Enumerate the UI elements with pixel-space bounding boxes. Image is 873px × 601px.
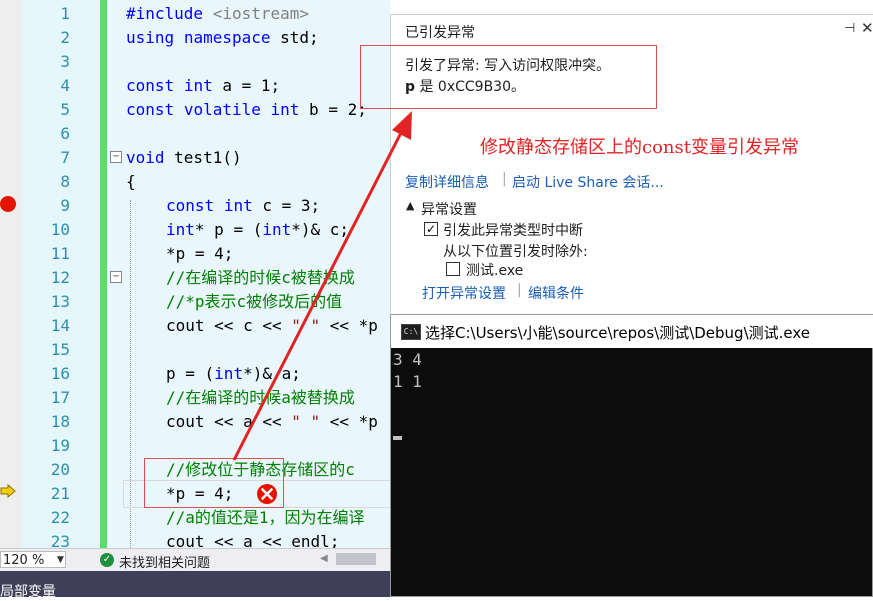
line-number: 21 — [50, 484, 70, 503]
line-number: 13 — [50, 292, 70, 311]
include-target: <iostream> — [212, 4, 310, 23]
keyword: const — [126, 100, 175, 119]
line-number: 3 — [60, 52, 70, 71]
preprocessor-token: #include — [126, 4, 213, 23]
pin-icon[interactable]: ⊣ — [844, 21, 855, 36]
link-separator: | — [502, 171, 507, 187]
line-number: 15 — [50, 340, 70, 359]
status-bar: 120 % ▼ ✓ 未找到相关问题 ◀ — [0, 548, 390, 571]
exe-option-label: 测试.exe — [466, 263, 524, 279]
editor-margin[interactable] — [0, 0, 22, 548]
keyword: int — [183, 76, 213, 95]
line-number: 20 — [50, 460, 70, 479]
current-statement-arrow-icon — [0, 484, 16, 498]
live-share-link[interactable]: 启动 Live Share 会话... — [512, 172, 664, 192]
exception-detail: p 是 0xCC9B30。 — [405, 76, 525, 96]
code-text: std; — [270, 28, 319, 47]
console-output[interactable]: 3 4 1 1 — [391, 348, 872, 596]
line-number: 16 — [50, 364, 70, 383]
annotation-text: 修改静态存储区上的const变量引发异常 — [480, 137, 799, 158]
code-line-1[interactable]: #include <iostream> — [126, 2, 309, 26]
line-number: 22 — [50, 508, 70, 527]
code-line-2[interactable]: using namespace std; — [126, 26, 319, 50]
link-separator: | — [517, 282, 522, 298]
collapse-toggle-icon[interactable]: − — [110, 151, 122, 163]
chevron-down-icon: ▼ — [57, 555, 64, 565]
keyword: const — [126, 76, 175, 95]
horizontal-scrollbar[interactable] — [336, 553, 376, 565]
line-number: 17 — [50, 388, 70, 407]
break-option-label: 引发此异常类型时中断 — [443, 223, 583, 239]
line-number: 11 — [50, 244, 70, 263]
scroll-arrow-icon[interactable]: ◀ — [320, 553, 328, 564]
line-number: 12 — [50, 268, 70, 287]
line-number: 1 — [60, 4, 70, 23]
error-icon — [257, 484, 277, 504]
open-exception-settings-link[interactable]: 打开异常设置 — [422, 283, 506, 303]
issues-status[interactable]: 未找到相关问题 — [119, 552, 210, 571]
line-number: 10 — [50, 220, 70, 239]
line-number: 2 — [60, 28, 70, 47]
keyword: const — [166, 196, 215, 215]
line-number: 19 — [50, 436, 70, 455]
code-line-11[interactable]: *p = 4; — [126, 242, 233, 266]
change-tracking-bar — [100, 0, 107, 548]
line-number: 8 — [60, 172, 70, 191]
exception-popup-title: 已引发异常 — [405, 25, 475, 41]
keyword: namespace — [183, 28, 271, 47]
line-number: 6 — [60, 124, 70, 143]
code-line-22[interactable]: //a的值还是1，因为在编译 — [126, 506, 365, 530]
variable-name: p — [405, 79, 416, 95]
variable-value: 是 0xCC9B30。 — [415, 79, 526, 95]
console-title: 选择C:\Users\小能\source\repos\测试\Debug\测试.e… — [425, 324, 811, 342]
line-number-gutter: 1 2 3 4 5 6 7 8 9 10 11 12 13 14 15 16 1… — [22, 0, 100, 551]
line-number: 5 — [60, 100, 70, 119]
console-app-icon: C:\ — [401, 324, 421, 340]
line-number: 14 — [50, 316, 70, 335]
line-number: 18 — [50, 412, 70, 431]
zoom-value: 120 % — [3, 553, 45, 568]
console-titlebar[interactable]: C:\ 选择C:\Users\小能\source\repos\测试\Debug\… — [391, 315, 873, 348]
console-cursor — [393, 436, 402, 440]
code-line-4[interactable]: const int a = 1; — [126, 74, 280, 98]
zoom-select[interactable]: 120 % ▼ — [0, 551, 66, 568]
code-text: p = ( — [166, 364, 215, 383]
except-from-label: 从以下位置引发时除外: — [443, 244, 588, 260]
line-number: 7 — [60, 148, 70, 167]
exe-checkbox[interactable] — [446, 262, 460, 276]
close-icon[interactable]: ✕ — [861, 19, 873, 37]
keyword: void — [126, 148, 165, 167]
console-line: 3 4 — [393, 350, 422, 369]
exception-message: 引发了异常: 写入访问权限冲突。 — [405, 58, 611, 74]
console-line: 1 1 — [393, 372, 422, 391]
keyword: int — [166, 220, 195, 239]
locals-panel-title: 局部变量 — [0, 584, 56, 600]
bottom-panel-tab[interactable]: 局部变量 — [0, 571, 390, 600]
edit-conditions-link[interactable]: 编辑条件 — [528, 283, 584, 303]
check-circle-icon: ✓ — [100, 553, 114, 567]
keyword: using — [126, 28, 175, 47]
code-line-8[interactable]: { — [126, 170, 136, 194]
line-number: 9 — [60, 196, 70, 215]
collapse-toggle-icon[interactable]: − — [110, 271, 122, 283]
console-window[interactable]: C:\ 选择C:\Users\小能\source\repos\测试\Debug\… — [390, 314, 873, 597]
line-number: 4 — [60, 76, 70, 95]
code-text: a = 1; — [212, 76, 281, 95]
breakpoint-icon[interactable] — [0, 196, 16, 212]
